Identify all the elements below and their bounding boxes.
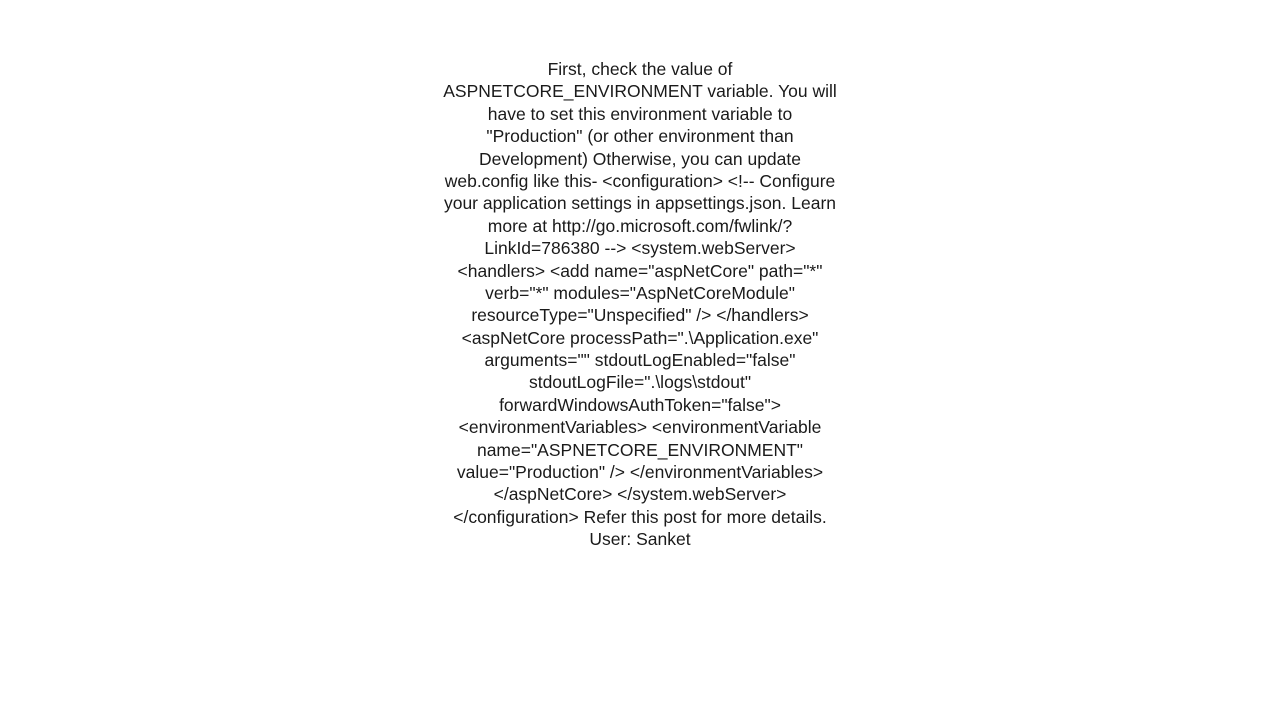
post-body: First, check the value of ASPNETCORE_ENV… (440, 58, 840, 720)
